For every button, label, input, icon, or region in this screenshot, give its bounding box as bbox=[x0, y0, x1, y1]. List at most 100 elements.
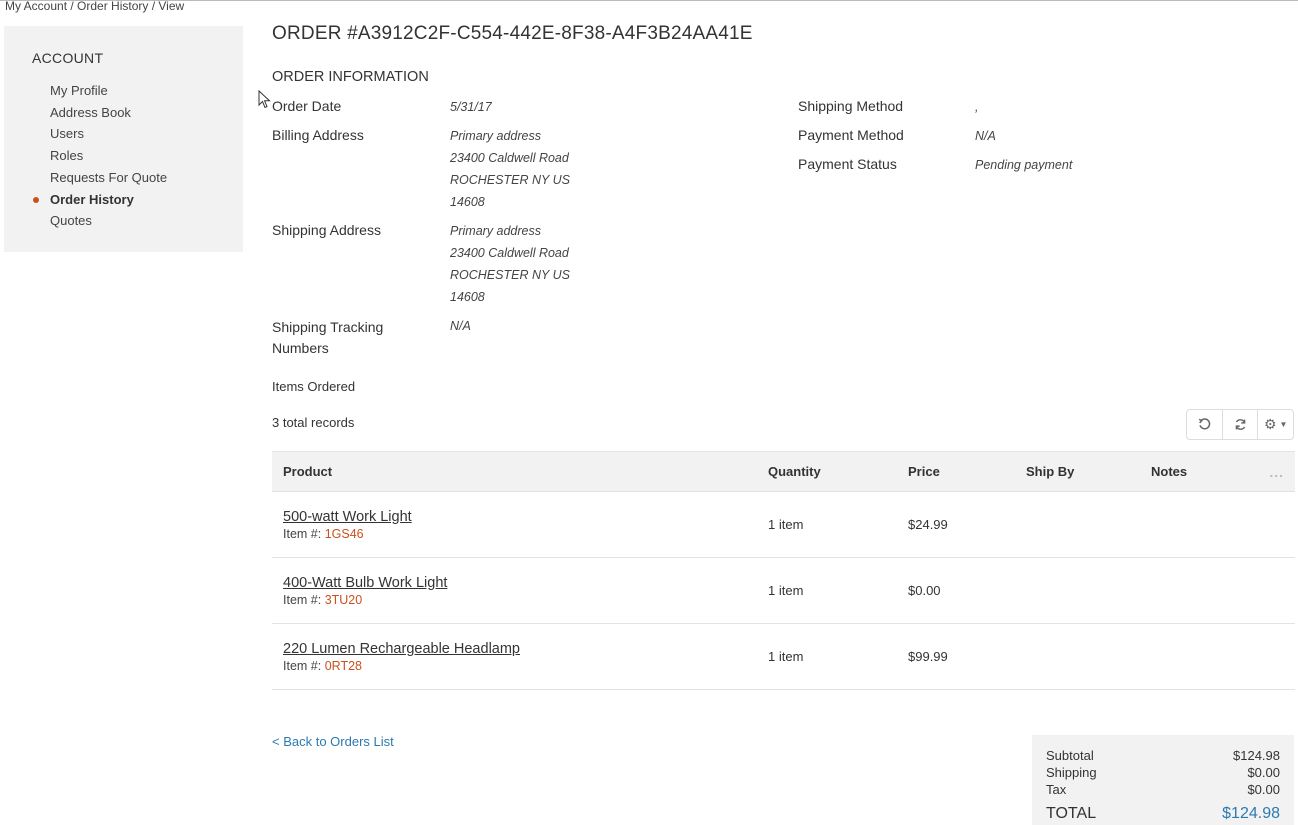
sidebar-item-roles[interactable]: Roles bbox=[50, 145, 167, 167]
billing-line-4: 14608 bbox=[450, 195, 485, 209]
shipping-value: $0.00 bbox=[1247, 765, 1280, 780]
item-number: Item #: 3TU20 bbox=[283, 593, 746, 607]
sidebar-item-quotes[interactable]: Quotes bbox=[50, 210, 167, 232]
total-value: $124.98 bbox=[1222, 805, 1280, 822]
sidebar-item-address-book[interactable]: Address Book bbox=[50, 102, 167, 124]
column-header-product[interactable]: Product bbox=[272, 451, 757, 492]
quantity-cell: 1 item bbox=[757, 491, 897, 558]
row-spacer-cell bbox=[1233, 623, 1295, 690]
shipping-method-label: Shipping Method bbox=[798, 98, 904, 114]
tracking-label-line-2: Numbers bbox=[272, 340, 329, 356]
shipping-address-value: Primary address 23400 Caldwell Road ROCH… bbox=[450, 220, 570, 308]
price-cell: $99.99 bbox=[897, 623, 1015, 690]
sidebar-menu: My Profile Address Book Users Roles Requ… bbox=[33, 80, 167, 232]
tax-row: Tax $0.00 bbox=[1046, 782, 1280, 797]
item-number: Item #: 1GS46 bbox=[283, 527, 746, 541]
caret-down-icon: ▼ bbox=[1279, 420, 1288, 429]
tax-label: Tax bbox=[1046, 782, 1067, 797]
sidebar-heading: ACCOUNT bbox=[32, 50, 104, 66]
order-totals-panel: Subtotal $124.98 Shipping $0.00 Tax $0.0… bbox=[1032, 735, 1294, 825]
tax-value: $0.00 bbox=[1247, 782, 1280, 797]
refresh-button[interactable] bbox=[1223, 410, 1259, 439]
billing-line-3: ROCHESTER NY US bbox=[450, 173, 570, 187]
order-date-value: 5/31/17 bbox=[450, 100, 492, 114]
shipping-line-2: 23400 Caldwell Road bbox=[450, 246, 569, 260]
item-sku: 0RT28 bbox=[324, 658, 362, 673]
item-number-label: Item #: bbox=[283, 592, 325, 607]
item-sku: 3TU20 bbox=[324, 592, 363, 607]
shipping-row: Shipping $0.00 bbox=[1046, 765, 1280, 780]
sidebar-item-my-profile[interactable]: My Profile bbox=[50, 80, 167, 102]
shipping-label: Shipping bbox=[1046, 765, 1097, 780]
mouse-pointer-icon bbox=[258, 90, 271, 109]
column-header-price[interactable]: Price bbox=[897, 451, 1015, 492]
subtotal-label: Subtotal bbox=[1046, 748, 1094, 763]
order-information-heading: ORDER INFORMATION bbox=[272, 69, 429, 85]
sidebar-item-users[interactable]: Users bbox=[50, 123, 167, 145]
ship-by-cell bbox=[1015, 491, 1140, 558]
grid-toolbar: ⚙ ▼ bbox=[1186, 409, 1294, 440]
row-spacer-cell bbox=[1233, 491, 1295, 558]
account-sidebar: ACCOUNT My Profile Address Book Users Ro… bbox=[4, 26, 243, 252]
shipping-address-label: Shipping Address bbox=[272, 222, 381, 238]
active-indicator-dot bbox=[33, 196, 39, 203]
breadcrumb[interactable]: My Account / Order History / View bbox=[5, 0, 184, 13]
column-options-icon[interactable]: ... bbox=[1233, 451, 1295, 492]
settings-dropdown-button[interactable]: ⚙ ▼ bbox=[1258, 410, 1293, 439]
total-records-count: 3 total records bbox=[272, 415, 355, 430]
tracking-label-line-1: Shipping Tracking bbox=[272, 319, 384, 335]
product-link[interactable]: 400-Watt Bulb Work Light bbox=[283, 575, 447, 591]
total-label: TOTAL bbox=[1046, 805, 1097, 822]
shipping-method-value: , bbox=[975, 100, 979, 114]
breadcrumb-text[interactable]: My Account / Order History / View bbox=[5, 0, 184, 13]
product-cell: 500-watt Work Light Item #: 1GS46 bbox=[272, 491, 757, 558]
notes-cell bbox=[1140, 557, 1233, 624]
column-header-ship-by[interactable]: Ship By bbox=[1015, 451, 1140, 492]
back-to-orders-link[interactable]: < Back to Orders List bbox=[272, 734, 394, 749]
price-cell: $0.00 bbox=[897, 557, 1015, 624]
item-number-label: Item #: bbox=[283, 658, 325, 673]
product-cell: 220 Lumen Rechargeable Headlamp Item #: … bbox=[272, 623, 757, 690]
item-number: Item #: 0RT28 bbox=[283, 659, 746, 673]
tracking-numbers-value: N/A bbox=[450, 319, 471, 333]
shipping-line-1: Primary address bbox=[450, 224, 541, 238]
product-link[interactable]: 220 Lumen Rechargeable Headlamp bbox=[283, 641, 520, 657]
items-ordered-heading: Items Ordered bbox=[272, 379, 356, 394]
subtotal-value: $124.98 bbox=[1233, 748, 1280, 763]
product-link[interactable]: 500-watt Work Light bbox=[283, 509, 412, 525]
quantity-cell: 1 item bbox=[757, 623, 897, 690]
table-row: 220 Lumen Rechargeable Headlamp Item #: … bbox=[272, 623, 1295, 690]
page-title: ORDER #A3912C2F-C554-442E-8F38-A4F3B24AA… bbox=[272, 23, 753, 44]
column-header-notes[interactable]: Notes bbox=[1140, 451, 1233, 492]
refresh-icon bbox=[1235, 419, 1245, 430]
sidebar-item-requests-for-quote[interactable]: Requests For Quote bbox=[50, 167, 167, 189]
quantity-cell: 1 item bbox=[757, 557, 897, 624]
gear-icon: ⚙ bbox=[1263, 416, 1277, 432]
item-number-label: Item #: bbox=[283, 526, 325, 541]
order-date-label: Order Date bbox=[272, 98, 342, 114]
payment-method-label: Payment Method bbox=[798, 127, 904, 143]
items-table: Product Quantity Price Ship By Notes ...… bbox=[272, 451, 1295, 690]
billing-address-value: Primary address 23400 Caldwell Road ROCH… bbox=[450, 125, 570, 213]
payment-method-value: N/A bbox=[975, 129, 996, 143]
shipping-line-3: ROCHESTER NY US bbox=[450, 268, 570, 282]
table-header-row: Product Quantity Price Ship By Notes ... bbox=[272, 451, 1295, 492]
billing-line-2: 23400 Caldwell Road bbox=[450, 151, 569, 165]
shipping-line-4: 14608 bbox=[450, 290, 485, 304]
notes-cell bbox=[1140, 623, 1233, 690]
billing-address-label: Billing Address bbox=[272, 127, 364, 143]
notes-cell bbox=[1140, 491, 1233, 558]
payment-status-value: Pending payment bbox=[975, 158, 1073, 172]
reset-icon bbox=[1198, 418, 1211, 430]
reset-button[interactable] bbox=[1187, 410, 1223, 439]
table-row: 500-watt Work Light Item #: 1GS46 1 item… bbox=[272, 491, 1295, 558]
subtotal-row: Subtotal $124.98 bbox=[1046, 748, 1280, 763]
ship-by-cell bbox=[1015, 623, 1140, 690]
sidebar-item-order-history[interactable]: Order History bbox=[33, 189, 167, 211]
table-row: 400-Watt Bulb Work Light Item #: 3TU20 1… bbox=[272, 557, 1295, 624]
ship-by-cell bbox=[1015, 557, 1140, 624]
sidebar-item-label: Order History bbox=[50, 191, 134, 207]
billing-line-1: Primary address bbox=[450, 129, 541, 143]
price-cell: $24.99 bbox=[897, 491, 1015, 558]
column-header-quantity[interactable]: Quantity bbox=[757, 451, 897, 492]
